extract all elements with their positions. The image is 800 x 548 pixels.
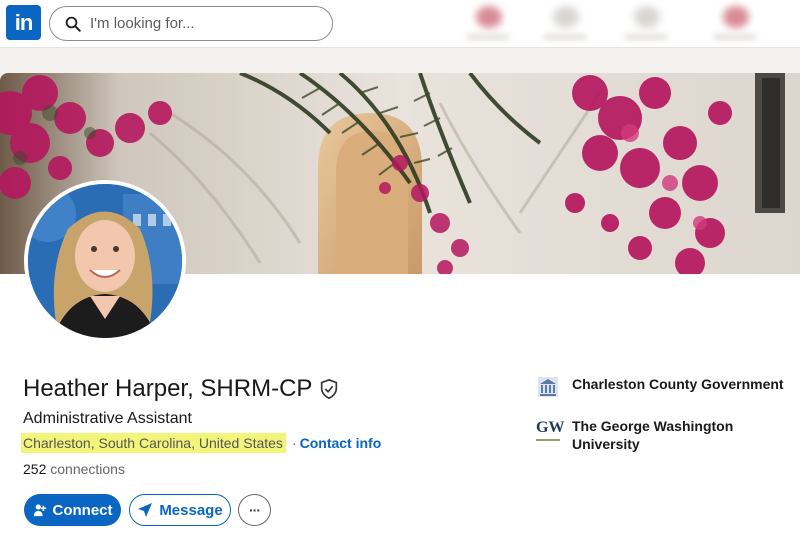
profile-location: Charleston, South Carolina, United State… — [21, 433, 286, 453]
education-school[interactable]: GW The George Washington University — [536, 417, 787, 453]
gw-logo: GW — [536, 417, 564, 441]
add-person-icon — [33, 504, 46, 517]
message-label: Message — [159, 501, 223, 519]
message-button[interactable]: Message — [129, 494, 231, 526]
school-name: The George Washington University — [572, 418, 734, 452]
nav-item-blurred[interactable] — [705, 0, 765, 46]
more-actions-button[interactable]: ··· — [238, 494, 271, 526]
linkedin-logo[interactable]: in — [6, 5, 41, 40]
more-icon: ··· — [249, 502, 261, 518]
search-input[interactable] — [90, 7, 320, 40]
profile-photo[interactable] — [24, 180, 186, 342]
location-row: Charleston, South Carolina, United State… — [21, 432, 382, 454]
search-box[interactable] — [49, 6, 333, 41]
profile-card: Heather Harper, SHRM-CP Administrative A… — [0, 73, 800, 548]
connections-number: 252 — [23, 461, 47, 477]
send-icon — [138, 503, 153, 517]
nav-item-blurred[interactable] — [535, 0, 595, 46]
current-company[interactable]: Charleston County Government — [536, 375, 787, 399]
separator-dot: · — [291, 435, 297, 451]
profile-headline: Administrative Assistant — [23, 410, 192, 427]
top-navigation: in — [0, 0, 800, 48]
nav-item-blurred[interactable] — [616, 0, 676, 46]
connect-button[interactable]: Connect — [24, 494, 121, 526]
nav-item-blurred[interactable] — [458, 0, 518, 46]
verified-shield-icon[interactable] — [318, 378, 340, 400]
connections-count[interactable]: 252 connections — [23, 461, 125, 477]
profile-name-text: Heather Harper, SHRM-CP — [23, 375, 313, 402]
company-name: Charleston County Government — [572, 376, 784, 392]
profile-name: Heather Harper, SHRM-CP — [23, 375, 340, 403]
contact-info-link[interactable]: Contact info — [300, 435, 382, 451]
search-icon — [65, 16, 81, 32]
building-seal-icon — [538, 377, 558, 397]
connections-label: connections — [50, 461, 125, 477]
connect-label: Connect — [52, 501, 113, 519]
